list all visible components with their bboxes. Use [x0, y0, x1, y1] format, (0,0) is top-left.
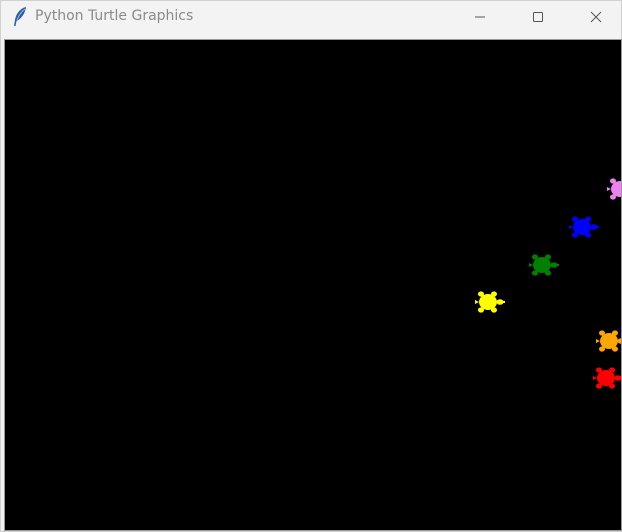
feather-icon: [11, 6, 29, 28]
minimize-icon: [474, 11, 486, 23]
red-turtle: [592, 365, 621, 391]
title-bar[interactable]: Python Turtle Graphics: [1, 1, 621, 33]
turtle-canvas[interactable]: [4, 39, 622, 531]
green-turtle: [528, 252, 562, 278]
close-button[interactable]: [573, 1, 619, 33]
window-title: Python Turtle Graphics: [35, 8, 194, 24]
maximize-icon: [532, 11, 544, 23]
minimize-button[interactable]: [457, 1, 503, 33]
violet-turtle: [606, 176, 621, 202]
yellow-turtle: [474, 289, 508, 315]
app-window: Python Turtle Graphics: [0, 0, 622, 532]
close-icon: [590, 11, 602, 23]
blue-turtle: [568, 214, 602, 240]
maximize-button[interactable]: [515, 1, 561, 33]
orange-turtle: [595, 328, 621, 354]
